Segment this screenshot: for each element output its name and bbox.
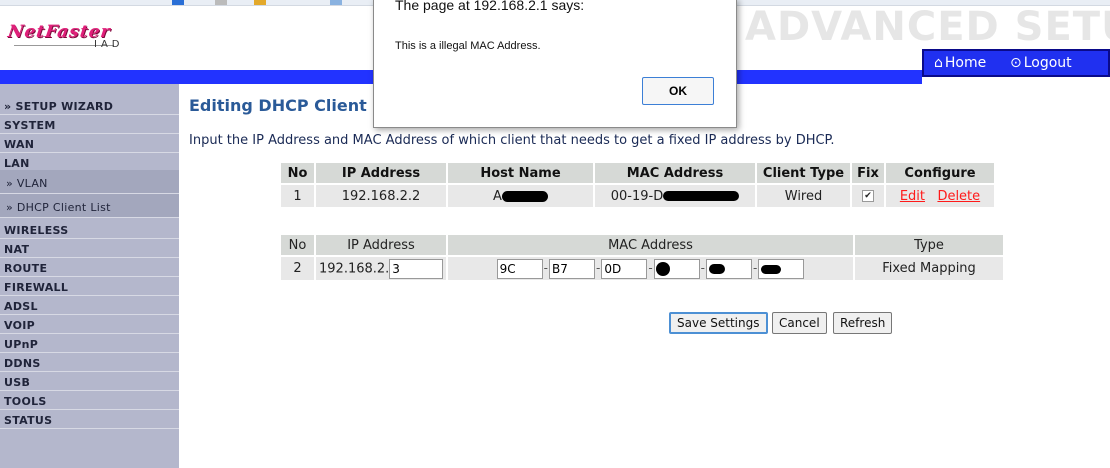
mac-visible: 00-19-D: [610, 188, 664, 204]
page-description: Input the IP Address and MAC Address of …: [189, 133, 835, 148]
fix-checkbox[interactable]: ✔: [862, 190, 874, 202]
sidebar-item-vlan[interactable]: » VLAN: [0, 170, 179, 194]
table-row: 1 192.168.2.2 A 00-19-D Wired ✔ Edit Del…: [281, 185, 994, 207]
row-ip-address: 192.168.2.2: [316, 185, 446, 207]
ok-button[interactable]: OK: [642, 77, 714, 105]
edit-link[interactable]: Edit: [900, 189, 925, 204]
cancel-button[interactable]: Cancel: [772, 312, 827, 334]
alert-dialog: The page at 192.168.2.1 says: This is a …: [373, 0, 737, 128]
sidebar-item-system[interactable]: SYSTEM: [0, 115, 179, 134]
row-client-type: Wired: [757, 185, 850, 207]
mac-octet-6-wrap: [758, 258, 805, 279]
sidebar-item-dhcp-client-list[interactable]: » DHCP Client List: [0, 194, 179, 218]
sidebar-item-firewall[interactable]: FIREWALL: [0, 277, 179, 296]
column-header: IP Address: [316, 163, 446, 183]
sidebar-item-wireless[interactable]: WIRELESS: [0, 220, 179, 239]
host-name-visible: A: [493, 188, 502, 204]
table-header-row: No IP Address MAC Address Type: [281, 235, 1003, 255]
redaction-mark: [663, 191, 740, 201]
column-header: IP Address: [316, 235, 446, 255]
row-fix: ✔: [852, 185, 884, 207]
page-banner-title: ADVANCED SETUP: [745, 4, 1110, 50]
row-number: 1: [281, 185, 314, 207]
row-mac-address: 00-19-D: [595, 185, 755, 207]
save-settings-button[interactable]: Save Settings: [669, 312, 768, 334]
top-nav: ⌂ Home ⊙ Logout: [922, 49, 1110, 77]
redaction-mark: [761, 264, 782, 274]
table-row: 2 192.168.2. ----- Fixed Mapping: [281, 257, 1003, 280]
sidebar-item-setup-wizard[interactable]: » SETUP WIZARD: [0, 96, 179, 115]
column-header: No: [281, 163, 314, 183]
home-label: Home: [944, 55, 987, 71]
row-host-name: A: [448, 185, 593, 207]
sidebar-menu: » SETUP WIZARD SYSTEM WAN LAN » VLAN » D…: [0, 84, 179, 468]
mac-octet-5-wrap: [706, 258, 753, 279]
edit-dhcp-client-table: No IP Address MAC Address Type 2 192.168…: [279, 233, 1005, 282]
delete-link[interactable]: Delete: [937, 189, 980, 204]
browser-tab-icon[interactable]: [254, 0, 266, 5]
dhcp-clients-table: No IP Address Host Name MAC Address Clie…: [279, 161, 996, 209]
redaction-mark: [655, 261, 670, 276]
column-header: Client Type: [757, 163, 850, 183]
sidebar-item-nat[interactable]: NAT: [0, 239, 179, 258]
dialog-title: The page at 192.168.2.1 says:: [395, 0, 585, 13]
column-header: No: [281, 235, 314, 255]
column-header: Host Name: [448, 163, 593, 183]
logout-label: Logout: [1023, 55, 1072, 71]
browser-tab-icon[interactable]: [215, 0, 227, 5]
mac-octet-2-input[interactable]: [548, 258, 595, 279]
sidebar-item-voip[interactable]: VOIP: [0, 315, 179, 334]
ip-prefix: 192.168.2.: [319, 261, 390, 276]
mac-octet-3-input[interactable]: [601, 258, 648, 279]
row-number: 2: [281, 257, 314, 280]
sidebar-item-route[interactable]: ROUTE: [0, 258, 179, 277]
table-header-row: No IP Address Host Name MAC Address Clie…: [281, 163, 994, 183]
row-configure: Edit Delete: [886, 185, 994, 207]
sidebar-item-tools[interactable]: TOOLS: [0, 391, 179, 410]
sidebar-item-adsl[interactable]: ADSL: [0, 296, 179, 315]
column-header: MAC Address: [595, 163, 755, 183]
mac-octet-1-input[interactable]: [496, 258, 543, 279]
logo-sub-text: IAD: [94, 39, 124, 50]
redaction-mark: [709, 263, 726, 274]
sidebar-item-ddns[interactable]: DDNS: [0, 353, 179, 372]
mac-address-cell: -----: [448, 257, 853, 280]
ip-last-octet-input[interactable]: [389, 258, 444, 279]
column-header: Configure: [886, 163, 994, 183]
redaction-mark: [501, 190, 548, 202]
dialog-message: This is a illegal MAC Address.: [395, 40, 541, 52]
refresh-button[interactable]: Refresh: [833, 312, 893, 334]
home-icon: ⌂: [934, 55, 943, 71]
browser-tab-icon[interactable]: [330, 0, 342, 5]
home-link[interactable]: ⌂ Home: [934, 55, 986, 71]
column-header: Type: [855, 235, 1003, 255]
sidebar-item-status[interactable]: STATUS: [0, 410, 179, 429]
sidebar-item-usb[interactable]: USB: [0, 372, 179, 391]
ip-address-cell: 192.168.2.: [316, 257, 446, 280]
column-header: Fix: [852, 163, 884, 183]
power-icon: ⊙: [1010, 55, 1022, 71]
page-title: Editing DHCP Client: [189, 96, 367, 115]
logout-link[interactable]: ⊙ Logout: [1010, 55, 1072, 71]
column-header: MAC Address: [448, 235, 853, 255]
sidebar-item-wan[interactable]: WAN: [0, 134, 179, 153]
row-type: Fixed Mapping: [855, 257, 1003, 280]
netfaster-logo: NetFaster IAD: [7, 22, 178, 52]
mac-octet-4-wrap: [653, 258, 700, 279]
sidebar-item-upnp[interactable]: UPnP: [0, 334, 179, 353]
browser-tab-icon[interactable]: [172, 0, 184, 5]
